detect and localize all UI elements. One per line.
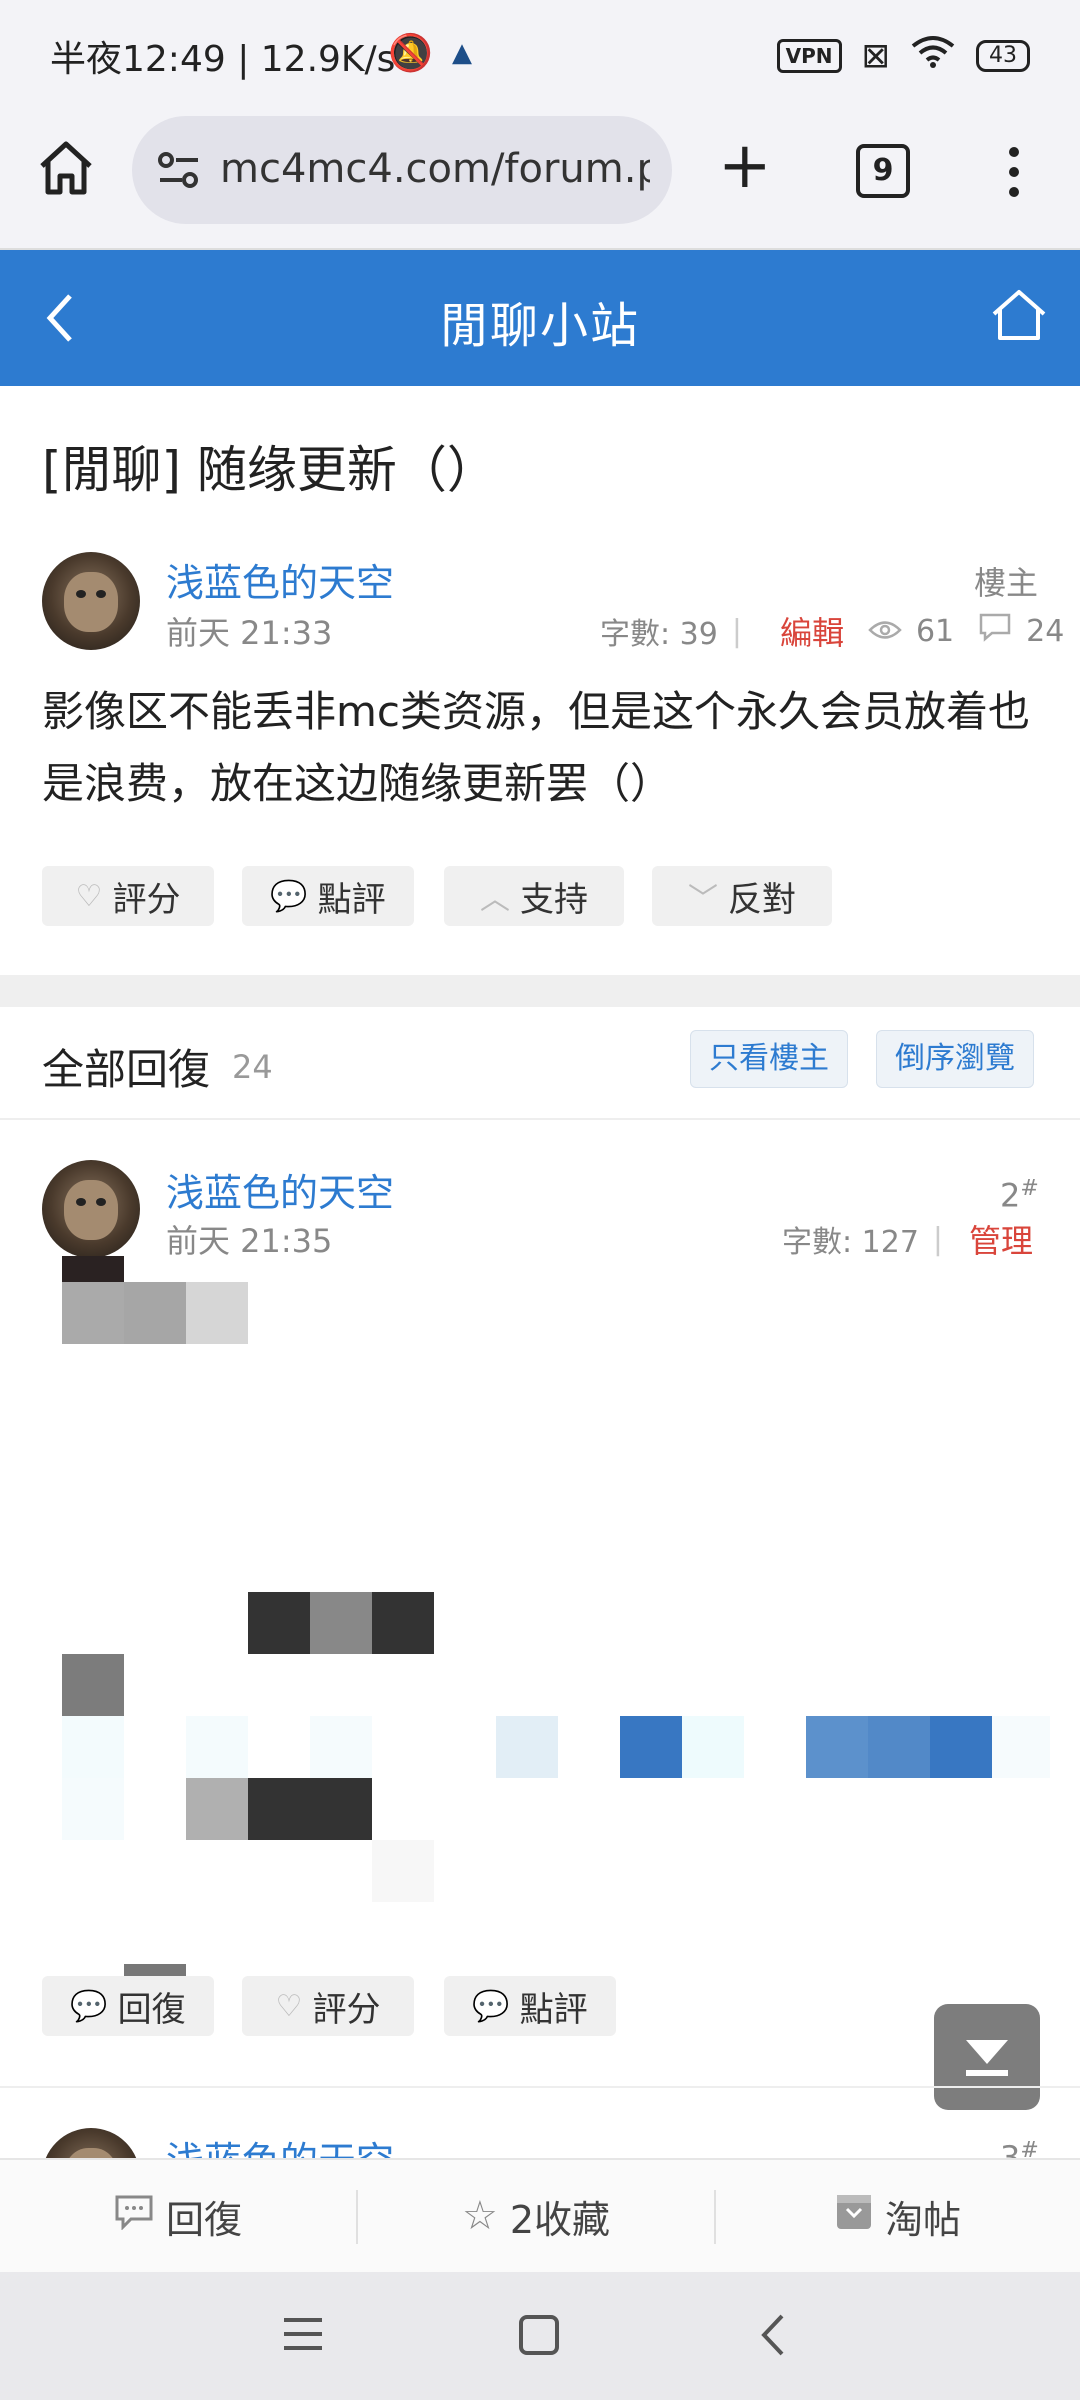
battery-icon: 43 xyxy=(976,39,1030,72)
speech-bubble-icon: 💬 xyxy=(472,1988,510,2024)
avatar[interactable] xyxy=(42,2128,140,2158)
home-icon[interactable] xyxy=(518,2314,560,2360)
reply-action[interactable]: 回復 xyxy=(0,2160,356,2272)
heart-icon: ♡ xyxy=(275,1988,303,2024)
archive-icon xyxy=(835,2193,873,2240)
browser-toolbar: mc4mc4.com/forum.p + 9 xyxy=(0,108,1080,250)
rate-button[interactable]: ♡ 評分 xyxy=(242,1976,414,2036)
system-nav-bar xyxy=(0,2272,1080,2400)
url-text[interactable]: mc4mc4.com/forum.p xyxy=(220,146,650,192)
speech-bubble-icon: 💬 xyxy=(70,1988,108,2024)
sim-icon: ⊠ xyxy=(861,35,891,76)
reply-2-preview: 浅蓝色的天空 3# xyxy=(0,2088,1080,2158)
comment-button[interactable]: 💬 點評 xyxy=(242,866,414,926)
home-icon[interactable] xyxy=(36,140,96,200)
home-icon[interactable] xyxy=(990,286,1048,348)
comment-button[interactable]: 💬 點評 xyxy=(444,1976,616,2036)
post-body: 影像区不能丢非mc类资源，但是这个永久会员放着也是浪费，放在这边随缘更新罢（） xyxy=(42,687,1031,808)
address-bar[interactable]: mc4mc4.com/forum.p xyxy=(132,116,672,224)
char-count: 字數: 39 xyxy=(600,617,718,652)
site-settings-icon[interactable] xyxy=(156,148,202,196)
mute-icon: 🔕 xyxy=(388,33,433,74)
more-menu-icon[interactable] xyxy=(1004,144,1024,204)
edit-link[interactable]: 編輯 xyxy=(780,608,844,654)
chevron-up-icon: ︿ xyxy=(480,882,510,917)
new-tab-icon[interactable]: + xyxy=(718,134,772,198)
topic-title: [閒聊] 随缘更新（） xyxy=(42,441,497,499)
post-meta: 字數: 39 | 編輯 61 24 xyxy=(600,608,1064,654)
oppose-button[interactable]: ﹀ 反對 xyxy=(652,866,832,926)
forum-title: 閒聊小站 xyxy=(439,298,640,354)
section-divider xyxy=(0,975,1080,1007)
avatar[interactable] xyxy=(42,1160,140,1258)
chevron-down-icon: ﹀ xyxy=(688,882,718,917)
status-bar: 半夜12:49 | 12.9K/s 🔕 ▲ VPN ⊠ 43 xyxy=(0,0,1080,108)
rate-button[interactable]: ♡ 評分 xyxy=(42,866,214,926)
speech-bubble-icon: 💬 xyxy=(270,878,308,914)
speech-bubble-icon xyxy=(114,2194,154,2239)
vpn-icon: VPN xyxy=(776,38,842,73)
eye-icon xyxy=(868,614,902,649)
forum-header: 閒聊小站 xyxy=(0,250,1080,386)
avatar[interactable] xyxy=(42,552,140,650)
comments-count: 24 xyxy=(1026,613,1065,649)
author-name[interactable]: 浅蓝色的天空 xyxy=(166,552,394,607)
cat-icon: ▲ xyxy=(452,38,472,68)
char-count: 字數: 127 xyxy=(782,1225,919,1260)
replies-header: 全部回復 xyxy=(42,1045,211,1094)
comment-icon xyxy=(978,612,1012,650)
tao-action[interactable]: 淘帖 xyxy=(716,2160,1080,2272)
menu-icon[interactable] xyxy=(282,2314,324,2358)
author-name[interactable]: 浅蓝色的天空 xyxy=(166,2130,394,2158)
post-image[interactable] xyxy=(0,1256,1080,1976)
divider xyxy=(0,1118,1080,1120)
floor-number: 3# xyxy=(1000,2138,1039,2158)
bottom-action-bar: 回復 ☆ 2收藏 淘帖 xyxy=(0,2158,1080,2272)
views-count: 61 xyxy=(915,613,955,649)
replies-count: 24 xyxy=(232,1048,273,1086)
back-icon[interactable] xyxy=(758,2312,788,2362)
post-date: 前天 21:33 xyxy=(166,614,333,652)
tabs-count-button[interactable]: 9 xyxy=(856,144,910,198)
heart-icon: ♡ xyxy=(75,878,103,914)
status-time: 半夜12:49 | 12.9K/s xyxy=(50,39,396,80)
floor-number: 2# xyxy=(1000,1176,1039,1215)
reply-button[interactable]: 💬 回復 xyxy=(42,1976,214,2036)
support-button[interactable]: ︿ 支持 xyxy=(444,866,624,926)
reverse-order-button[interactable]: 倒序瀏覽 xyxy=(876,1030,1034,1088)
star-icon: ☆ xyxy=(461,2193,498,2239)
only-author-button[interactable]: 只看樓主 xyxy=(690,1030,848,1088)
author-name[interactable]: 浅蓝色的天空 xyxy=(166,1162,394,1217)
favorite-action[interactable]: ☆ 2收藏 xyxy=(358,2160,714,2272)
role-badge: 樓主 xyxy=(974,564,1039,602)
status-icons: VPN ⊠ 43 xyxy=(776,34,1030,77)
wifi-icon xyxy=(910,34,956,77)
